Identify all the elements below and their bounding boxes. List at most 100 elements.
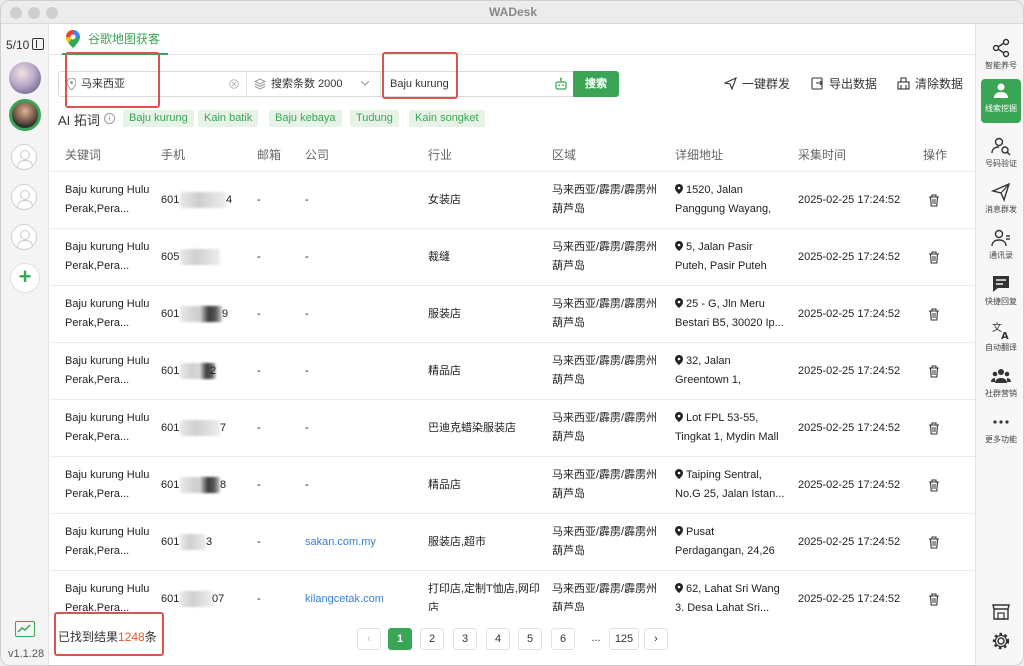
delete-icon[interactable] [928,422,940,435]
table-header: 关键词 手机 邮箱 公司 行业 区域 详细地址 采集时间 操作 [50,136,975,172]
clear-data-button[interactable]: 清除数据 [897,76,963,92]
add-account-button[interactable]: + [10,263,40,293]
delete-icon[interactable] [928,536,940,549]
delete-icon[interactable] [928,365,940,378]
ai-keyword-chip[interactable]: Baju kebaya [269,110,342,127]
ai-keyword-chip[interactable]: Kain batik [198,110,259,127]
delete-icon[interactable] [928,308,940,321]
collapse-panel-icon[interactable] [32,38,44,50]
location-pin-icon [675,412,683,422]
table-row[interactable]: Baju kurung Hulu Perak,Pera... 601 8 - - 精品店 马… [50,457,975,514]
nav-number-verify[interactable]: 号码验证 [976,134,1023,178]
send-icon [724,77,737,90]
redaction [180,249,220,265]
phone-prefix: 601 [161,479,180,491]
store-icon[interactable] [991,601,1011,621]
export-button[interactable]: 导出数据 [811,76,877,92]
table-row[interactable]: Baju kurung Hulu Perak,Pera... 601 4 - - 女装店 马… [50,172,975,229]
ai-keyword-chip[interactable]: Kain songket [409,110,485,127]
account-sidebar: 5/10 + v1.1.28 [1,24,49,665]
ai-keyword-chip[interactable]: Tudung [350,110,399,127]
delete-icon[interactable] [928,479,940,492]
chevron-down-icon [361,81,369,86]
nav-quick-reply[interactable]: 快捷回复 [976,272,1023,316]
empty-account-slot[interactable] [11,224,37,250]
delete-icon[interactable] [928,251,940,264]
next-page-button[interactable]: › [644,628,668,650]
nav-label: 更多功能 [985,435,1017,444]
chart-icon[interactable] [15,621,35,637]
address-cell: 5, Jalan Pasir Puteh, Pasir Puteh Ba... [675,238,785,276]
results-table: 关键词 手机 邮箱 公司 行业 区域 详细地址 采集时间 操作 Baju kur… [50,136,975,611]
search-button[interactable]: 搜索 [573,71,619,97]
company-cell[interactable]: kilangcetak.com [305,590,415,609]
industry-cell: 精品店 [428,479,461,491]
column-header: 操作 [923,148,948,162]
nav-more[interactable]: 更多功能 [976,410,1023,454]
result-count-select[interactable]: 搜索条数 2000 [248,72,381,96]
nav-lead-mining[interactable]: 线索挖掘 [981,79,1021,123]
redaction [180,420,220,436]
time-cell: 2025-02-25 17:24:52 [798,308,901,320]
industry-cell: 精品店 [428,365,461,377]
robot-icon[interactable] [554,77,568,91]
keyword-cell: Baju kurung Hulu Perak,Pera... [65,298,150,329]
app-version: v1.1.28 [8,648,45,660]
industry-cell: 裁缝 [428,251,450,263]
tab-google-maps-leads[interactable]: 谷歌地图获客 [62,24,169,55]
page-button[interactable]: 125 [609,628,639,650]
email-cell: - [257,365,261,377]
delete-icon[interactable] [928,593,940,606]
nav-auto-translate[interactable]: 文A 自动翻译 [976,318,1023,362]
nav-contacts[interactable]: 通讯录 [976,226,1023,270]
settings-gear-icon[interactable] [991,631,1011,651]
empty-account-slot[interactable] [11,184,37,210]
phone-prefix: 601 [161,308,180,320]
clear-data-label: 清除数据 [915,77,964,91]
google-maps-pin-icon [66,30,80,48]
page-button[interactable]: 5 [518,628,542,650]
ai-keyword-chip[interactable]: Baju kurung [123,110,194,127]
table-row[interactable]: Baju kurung Hulu Perak,Pera... 601 9 - - 服装店 马… [50,286,975,343]
delete-icon[interactable] [928,194,940,207]
page-button[interactable]: 6 [551,628,575,650]
company-cell[interactable]: sakan.com.my [305,533,415,552]
nav-community-marketing[interactable]: 社群营销 [976,364,1023,408]
column-header: 区域 [552,148,577,162]
redaction [200,306,222,322]
location-pin-icon [675,355,683,365]
app-window: WADesk 5/10 + v1.1.28 谷歌地图获客 马来西亚 搜索条数 2… [0,0,1024,666]
nav-smart-nurture[interactable]: 智能养号 [976,36,1023,80]
info-icon[interactable]: i [104,113,115,124]
export-label: 导出数据 [829,77,878,91]
table-row[interactable]: Baju kurung Hulu Perak,Pera... 601 3 - sakan… [50,514,975,571]
region-cell: 马来西亚/霹雳/霹雳州葫芦岛 [552,412,658,443]
table-row[interactable]: Baju kurung Hulu Perak,Pera... 605 - - 裁缝 马来西… [50,229,975,286]
empty-account-slot[interactable] [11,144,37,170]
page-button[interactable]: 2 [420,628,444,650]
page-button[interactable]: 4 [486,628,510,650]
avatar[interactable] [9,62,41,94]
broadcast-button[interactable]: 一键群发 [724,76,790,92]
clear-icon[interactable] [229,79,239,89]
avatar-active[interactable] [9,99,41,131]
address-text: 62, Lahat Sri Wang 3, Desa Lahat Sri... [675,583,780,611]
page-button[interactable]: 1 [388,628,412,650]
nav-mass-message[interactable]: 消息群发 [976,180,1023,224]
broadcast-label: 一键群发 [742,77,791,91]
table-row[interactable]: Baju kurung Hulu Perak,Pera... 601 7 - - 巴迪克蜡… [50,400,975,457]
result-count: 1248 [118,630,145,644]
phone-prefix: 601 [161,536,180,548]
address-text: 32, Jalan Greentown 1, Greentown N... [675,355,742,386]
nav-label: 社群营销 [985,389,1017,398]
page-button[interactable]: 3 [453,628,477,650]
prev-page-button[interactable]: ‹ [357,628,381,650]
address-text: 1520, Jalan Panggung Wayang, 340... [675,184,772,215]
email-cell: - [257,479,261,491]
phone-suffix: 9 [222,308,229,320]
phone-suffix: 7 [220,422,227,434]
table-row[interactable]: Baju kurung Hulu Perak,Pera... 601 2 - - 精品店 马… [50,343,975,400]
table-row[interactable]: Baju kurung Hulu Perak,Pera... 601 07 - kila… [50,571,975,611]
region-cell: 马来西亚/霹雳/霹雳州葫芦岛 [552,298,658,329]
phone-prefix: 605 [161,251,180,263]
